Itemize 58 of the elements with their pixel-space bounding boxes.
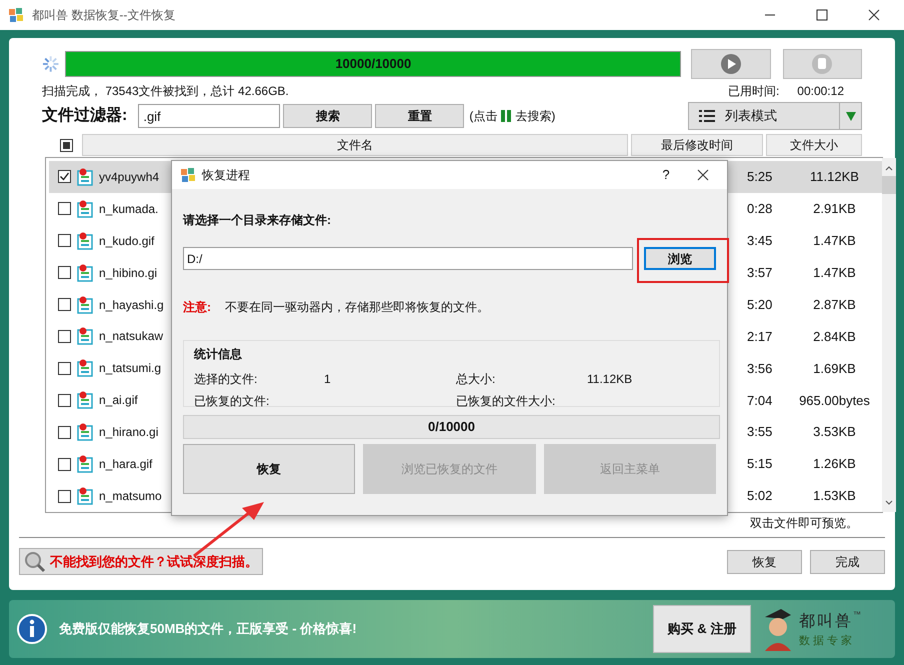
- file-size: 2.87KB: [812, 296, 857, 314]
- file-name: n_ai.gif: [99, 392, 139, 410]
- elapsed-time: 00:00:12: [797, 83, 844, 100]
- filter-hint: (点击: [469, 108, 498, 125]
- note-label: 注意:: [183, 299, 211, 316]
- stat-label: 已恢复的文件大小:: [456, 393, 556, 410]
- stat-value: 1: [324, 371, 332, 388]
- window-title: 都叫兽 数据恢复--文件恢复: [32, 7, 176, 24]
- file-size: 3.53KB: [812, 423, 857, 442]
- file-name: n_natsukaw: [99, 328, 164, 346]
- file-size: 1.47KB: [812, 232, 857, 250]
- logo-text: 都叫兽: [799, 610, 853, 632]
- file-name: n_hirano.gi: [99, 424, 160, 442]
- file-size: 2.84KB: [812, 328, 857, 346]
- stat-label: 选择的文件:: [194, 371, 258, 388]
- stat-value: 11.12KB: [587, 371, 634, 388]
- modified-time: 7:04: [747, 392, 774, 410]
- modified-time: 3:55: [747, 423, 774, 442]
- file-size: 11.12KB: [809, 168, 860, 186]
- file-size: 965.00bytes: [798, 392, 871, 410]
- filter-label: 文件过滤器:: [42, 105, 128, 126]
- file-name: n_matsumo: [99, 488, 163, 506]
- file-size: 1.53KB: [812, 487, 857, 506]
- dialog-title: 恢复进程: [202, 167, 250, 184]
- modified-time: 0:28: [747, 200, 774, 218]
- file-name: n_kumada.: [99, 200, 160, 218]
- file-name: n_tatsumi.g: [99, 360, 162, 378]
- modified-time: 5:25: [747, 168, 774, 186]
- modified-time: 5:20: [747, 296, 774, 314]
- stat-label: 总大小:: [456, 371, 496, 388]
- stat-label: 已恢复的文件:: [194, 393, 270, 410]
- filter-hint: 去搜索): [515, 108, 556, 125]
- file-size: 1.69KB: [812, 360, 857, 378]
- file-size: 1.26KB: [812, 455, 857, 474]
- scan-status: 扫描完成， 73543文件被找到，总计 42.66GB.: [42, 83, 289, 100]
- file-name: yv4puywh4: [99, 168, 160, 186]
- file-name: n_hara.gif: [99, 456, 154, 474]
- progress-label: 10000/10000: [334, 55, 412, 74]
- file-name: n_hayashi.g: [99, 296, 165, 314]
- modified-time: 3:57: [747, 264, 774, 282]
- modified-time: 5:15: [747, 455, 774, 474]
- trademark: ™: [853, 608, 861, 621]
- file-name: n_kudo.gif: [99, 232, 156, 250]
- modified-time: 2:17: [747, 328, 774, 346]
- logo-subtitle: 数据专家: [799, 632, 856, 649]
- promo-message: 免费版仅能恢复50MB的文件，正版享受 - 价格惊喜!: [59, 620, 357, 638]
- file-size: 1.47KB: [812, 264, 857, 282]
- elapsed-label: 已用时间:: [728, 83, 780, 100]
- modified-time: 5:02: [747, 487, 774, 506]
- note-text: 不要在同一驱动器内，存储那些即将恢复的文件。: [225, 299, 489, 316]
- preview-hint: 双击文件即可预览。: [750, 515, 858, 532]
- file-name: n_hibino.gi: [99, 264, 158, 282]
- modified-time: 3:45: [747, 232, 774, 250]
- progress-label: 0/10000: [427, 418, 476, 436]
- directory-prompt: 请选择一个目录来存储文件:: [183, 212, 332, 229]
- statistics-title: 统计信息: [194, 346, 243, 363]
- file-size: 2.91KB: [812, 200, 857, 218]
- modified-time: 3:56: [747, 360, 774, 378]
